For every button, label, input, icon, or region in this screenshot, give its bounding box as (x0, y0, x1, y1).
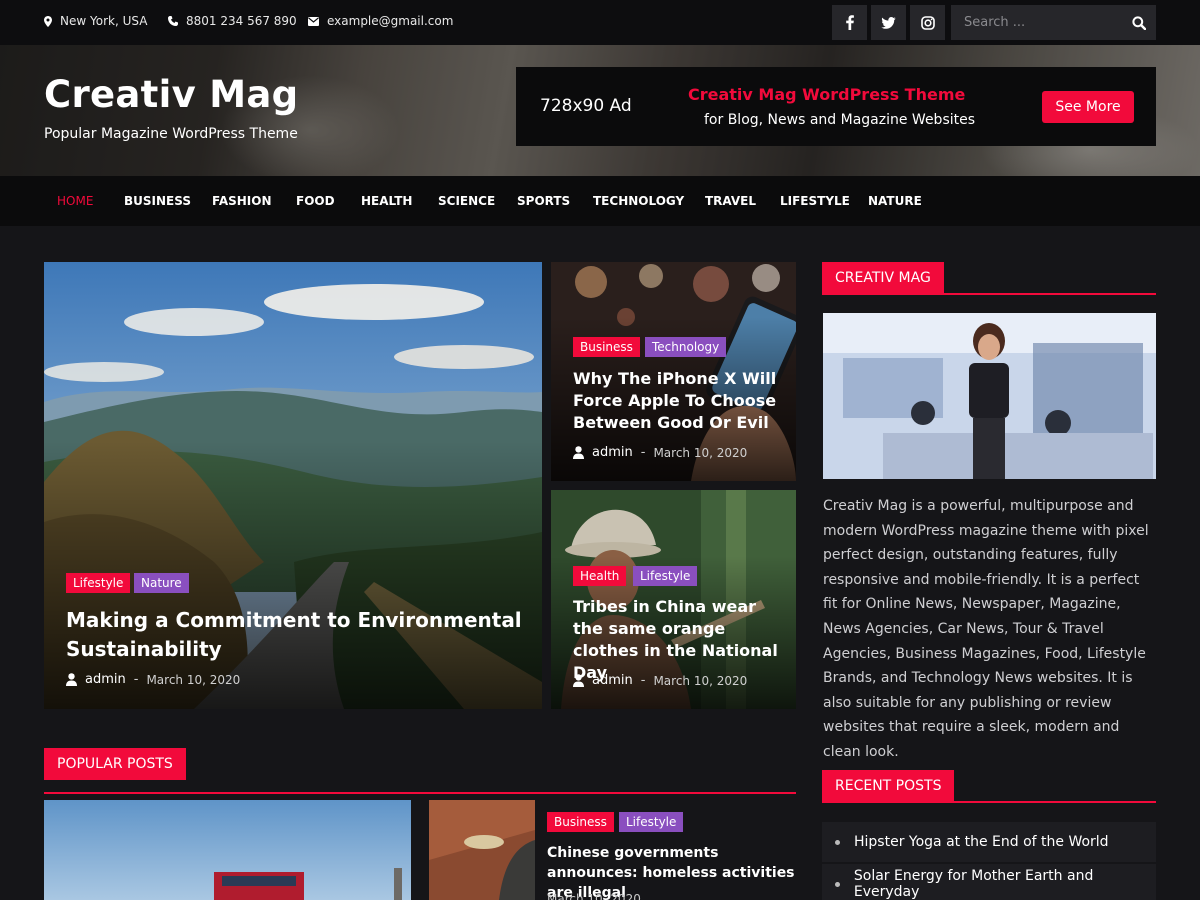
see-more-button[interactable]: See More (1042, 91, 1134, 123)
map-marker-icon (44, 15, 52, 27)
nav-item-travel[interactable]: TRAVEL (705, 194, 756, 208)
envelope-icon (308, 16, 319, 26)
location-text: New York, USA (60, 14, 148, 28)
ad-subtitle: for Blog, News and Magazine Websites (704, 112, 976, 128)
bullet-icon (835, 839, 840, 845)
bullet-icon (835, 881, 840, 887)
phone-info: 8801 234 567 890 (168, 14, 297, 28)
featured-post-2[interactable]: Business Technology Why The iPhone X Wil… (551, 262, 796, 481)
about-widget-image (823, 313, 1156, 479)
email-text: example@gmail.com (327, 14, 454, 28)
recent-post-title[interactable]: Hipster Yoga at the End of the World (854, 834, 1109, 850)
widget-title: RECENT POSTS (822, 770, 955, 802)
site-title[interactable]: Creativ Mag (44, 73, 298, 116)
post-date: March 10, 2020 (146, 672, 241, 687)
user-icon (573, 446, 584, 459)
post-meta: admin - March 10, 2020 (573, 445, 747, 460)
section-title: POPULAR POSTS (44, 748, 186, 780)
search-button[interactable] (1132, 15, 1147, 34)
bowl-image (429, 800, 535, 900)
nav-item-business[interactable]: BUSINESS (124, 194, 191, 208)
post-meta: admin - March 10, 2020 (66, 672, 240, 687)
nav-item-sports[interactable]: SPORTS (517, 194, 570, 208)
popular-posts-heading: POPULAR POSTS (44, 748, 796, 794)
category-tag-lifestyle[interactable]: Lifestyle (633, 566, 698, 586)
top-bar: New York, USA 8801 234 567 890 example@g… (0, 0, 1200, 45)
category-tag-health[interactable]: Health (573, 566, 627, 586)
post-author[interactable]: admin (592, 673, 633, 688)
location-info: New York, USA (44, 14, 147, 28)
category-tag-lifestyle[interactable]: Lifestyle (66, 573, 131, 593)
category-tag-business[interactable]: Business (573, 337, 640, 357)
nav-item-nature[interactable]: NATURE (868, 194, 922, 208)
post-title[interactable]: Making a Commitment to Environmental Sus… (66, 606, 526, 664)
nav-item-lifestyle[interactable]: LIFESTYLE (780, 194, 850, 208)
featured-post-main[interactable]: Lifestyle Nature Making a Commitment to … (44, 262, 542, 709)
recent-post-item[interactable]: Hipster Yoga at the End of the World (822, 822, 1156, 862)
about-widget-text: Creativ Mag is a powerful, multipurpose … (823, 498, 1149, 760)
ad-size-label: 728x90 Ad (540, 96, 632, 116)
post-title[interactable]: Why The iPhone X Will Force Apple To Cho… (573, 368, 783, 434)
meta-separator: - (640, 445, 646, 460)
facebook-button[interactable] (832, 5, 867, 40)
meta-separator: - (133, 672, 139, 687)
instagram-icon (920, 15, 935, 30)
search-box (951, 5, 1156, 40)
nav-item-home[interactable]: HOME (57, 194, 93, 208)
recent-post-title[interactable]: Solar Energy for Mother Earth and Everyd… (854, 868, 1156, 900)
main-nav: HOME BUSINESS FASHION FOOD HEALTH SCIENC… (0, 176, 1200, 226)
search-input[interactable] (951, 5, 1126, 40)
phone-icon (168, 16, 178, 26)
instagram-button[interactable] (910, 5, 945, 40)
email-info: example@gmail.com (308, 14, 453, 28)
post-date: March 10, 2020 (653, 445, 748, 460)
ad-banner[interactable]: 728x90 Ad Creativ Mag WordPress Theme fo… (516, 67, 1156, 146)
category-tag-lifestyle[interactable]: Lifestyle (619, 812, 684, 832)
site-header: Creativ Mag Popular Magazine WordPress T… (0, 45, 1200, 176)
category-tag-nature[interactable]: Nature (134, 573, 189, 593)
facebook-icon (845, 15, 854, 30)
recent-post-item[interactable]: Solar Energy for Mother Earth and Everyd… (822, 864, 1156, 900)
post-date: March 10, 2020 (653, 673, 748, 688)
bus-image (44, 800, 411, 900)
popular-post-image-1[interactable] (44, 800, 411, 900)
ad-title: Creativ Mag WordPress Theme (688, 85, 966, 104)
post-meta: admin - March 10, 2020 (573, 673, 747, 688)
category-tag-business[interactable]: Business (547, 812, 614, 832)
about-widget-heading: CREATIV MAG (822, 262, 1156, 295)
phone-text: 8801 234 567 890 (186, 14, 297, 28)
nav-item-technology[interactable]: TECHNOLOGY (593, 194, 684, 208)
twitter-icon (881, 16, 896, 29)
popular-post-image-2[interactable] (429, 800, 535, 900)
nav-item-fashion[interactable]: FASHION (212, 194, 272, 208)
post-author[interactable]: admin (592, 445, 633, 460)
post-title[interactable]: Tribes in China wear the same orange clo… (573, 596, 783, 684)
featured-post-3[interactable]: Health Lifestyle Tribes in China wear th… (551, 490, 796, 709)
nav-item-food[interactable]: FOOD (296, 194, 335, 208)
nav-item-health[interactable]: HEALTH (361, 194, 412, 208)
popular-post-date: March 10, 2020 (547, 892, 641, 900)
user-icon (573, 674, 584, 687)
recent-posts-heading: RECENT POSTS (822, 770, 1156, 803)
twitter-button[interactable] (871, 5, 906, 40)
category-tag-technology[interactable]: Technology (645, 337, 727, 357)
user-icon (66, 673, 77, 686)
widget-title: CREATIV MAG (822, 262, 944, 294)
meta-separator: - (640, 673, 646, 688)
nav-item-science[interactable]: SCIENCE (438, 194, 495, 208)
site-tagline: Popular Magazine WordPress Theme (44, 126, 298, 142)
gym-woman-image (823, 313, 1156, 479)
search-icon (1132, 16, 1147, 31)
post-author[interactable]: admin (85, 672, 126, 687)
